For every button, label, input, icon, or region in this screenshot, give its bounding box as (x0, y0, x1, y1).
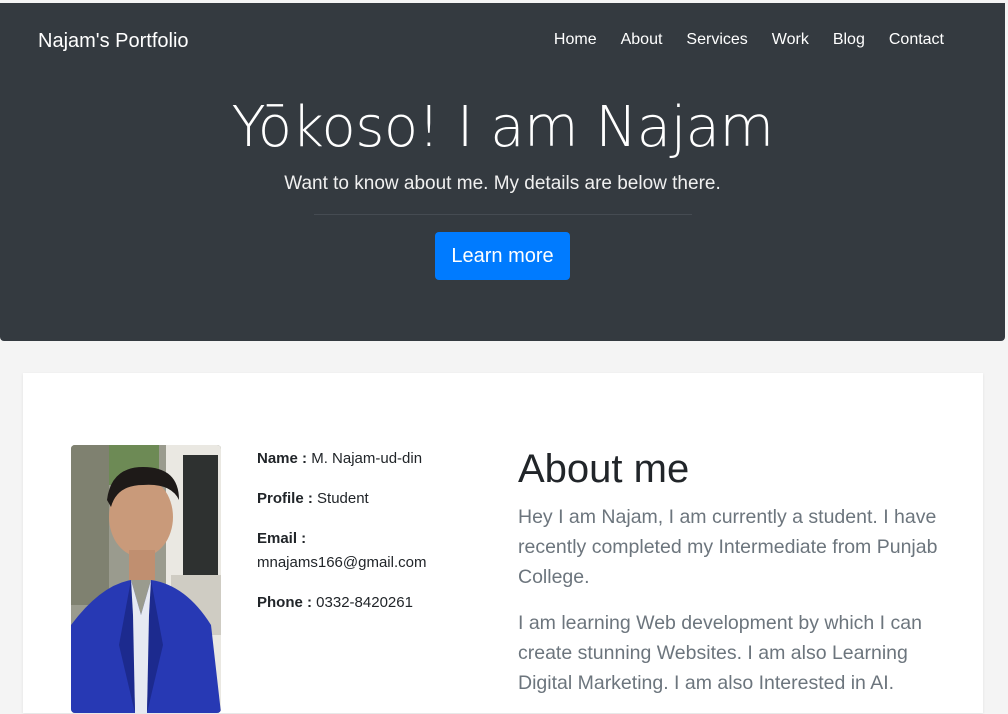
about-card: Name : M. Najam-ud-din Profile : Student… (23, 373, 983, 713)
nav-link-contact[interactable]: Contact (889, 31, 944, 49)
detail-email-value: mnajams166@gmail.com (257, 554, 427, 571)
hero-title: Yōkoso! I am Najam (231, 95, 774, 160)
detail-email: Email : mnajams166@gmail.com (257, 527, 467, 575)
detail-phone-value: 0332-8420261 (316, 594, 413, 611)
detail-phone-label: Phone : (257, 594, 312, 611)
hero-section: Najam's Portfolio Home About Services Wo… (0, 3, 1005, 341)
learn-more-button[interactable]: Learn more (435, 232, 570, 280)
profile-photo (71, 445, 221, 713)
detail-profile-value: Student (317, 490, 369, 507)
nav-link-work[interactable]: Work (772, 31, 809, 49)
detail-name-label: Name : (257, 450, 308, 467)
nav-link-blog[interactable]: Blog (833, 31, 865, 49)
nav-link-services[interactable]: Services (686, 31, 747, 49)
about-paragraph-1: Hey I am Najam, I am currently a student… (518, 506, 938, 588)
detail-email-label: Email : (257, 530, 307, 547)
hero-divider (314, 214, 692, 215)
profile-details: Name : M. Najam-ud-din Profile : Student… (257, 447, 467, 631)
navbar: Home About Services Work Blog Contact (530, 31, 944, 49)
hero-subtitle: Want to know about me. My details are be… (284, 173, 721, 194)
navbar-brand[interactable]: Najam's Portfolio (38, 30, 189, 53)
detail-name-value: M. Najam-ud-din (311, 450, 423, 467)
about-title: About me (518, 447, 690, 491)
about-paragraph-2: I am learning Web development by which I… (518, 612, 922, 694)
nav-link-home[interactable]: Home (554, 31, 597, 49)
about-text: Hey I am Najam, I am currently a student… (518, 502, 948, 714)
detail-profile-label: Profile : (257, 490, 313, 507)
detail-profile: Profile : Student (257, 487, 467, 511)
nav-link-about[interactable]: About (621, 31, 663, 49)
detail-name: Name : M. Najam-ud-din (257, 447, 467, 471)
detail-phone: Phone : 0332-8420261 (257, 591, 467, 615)
